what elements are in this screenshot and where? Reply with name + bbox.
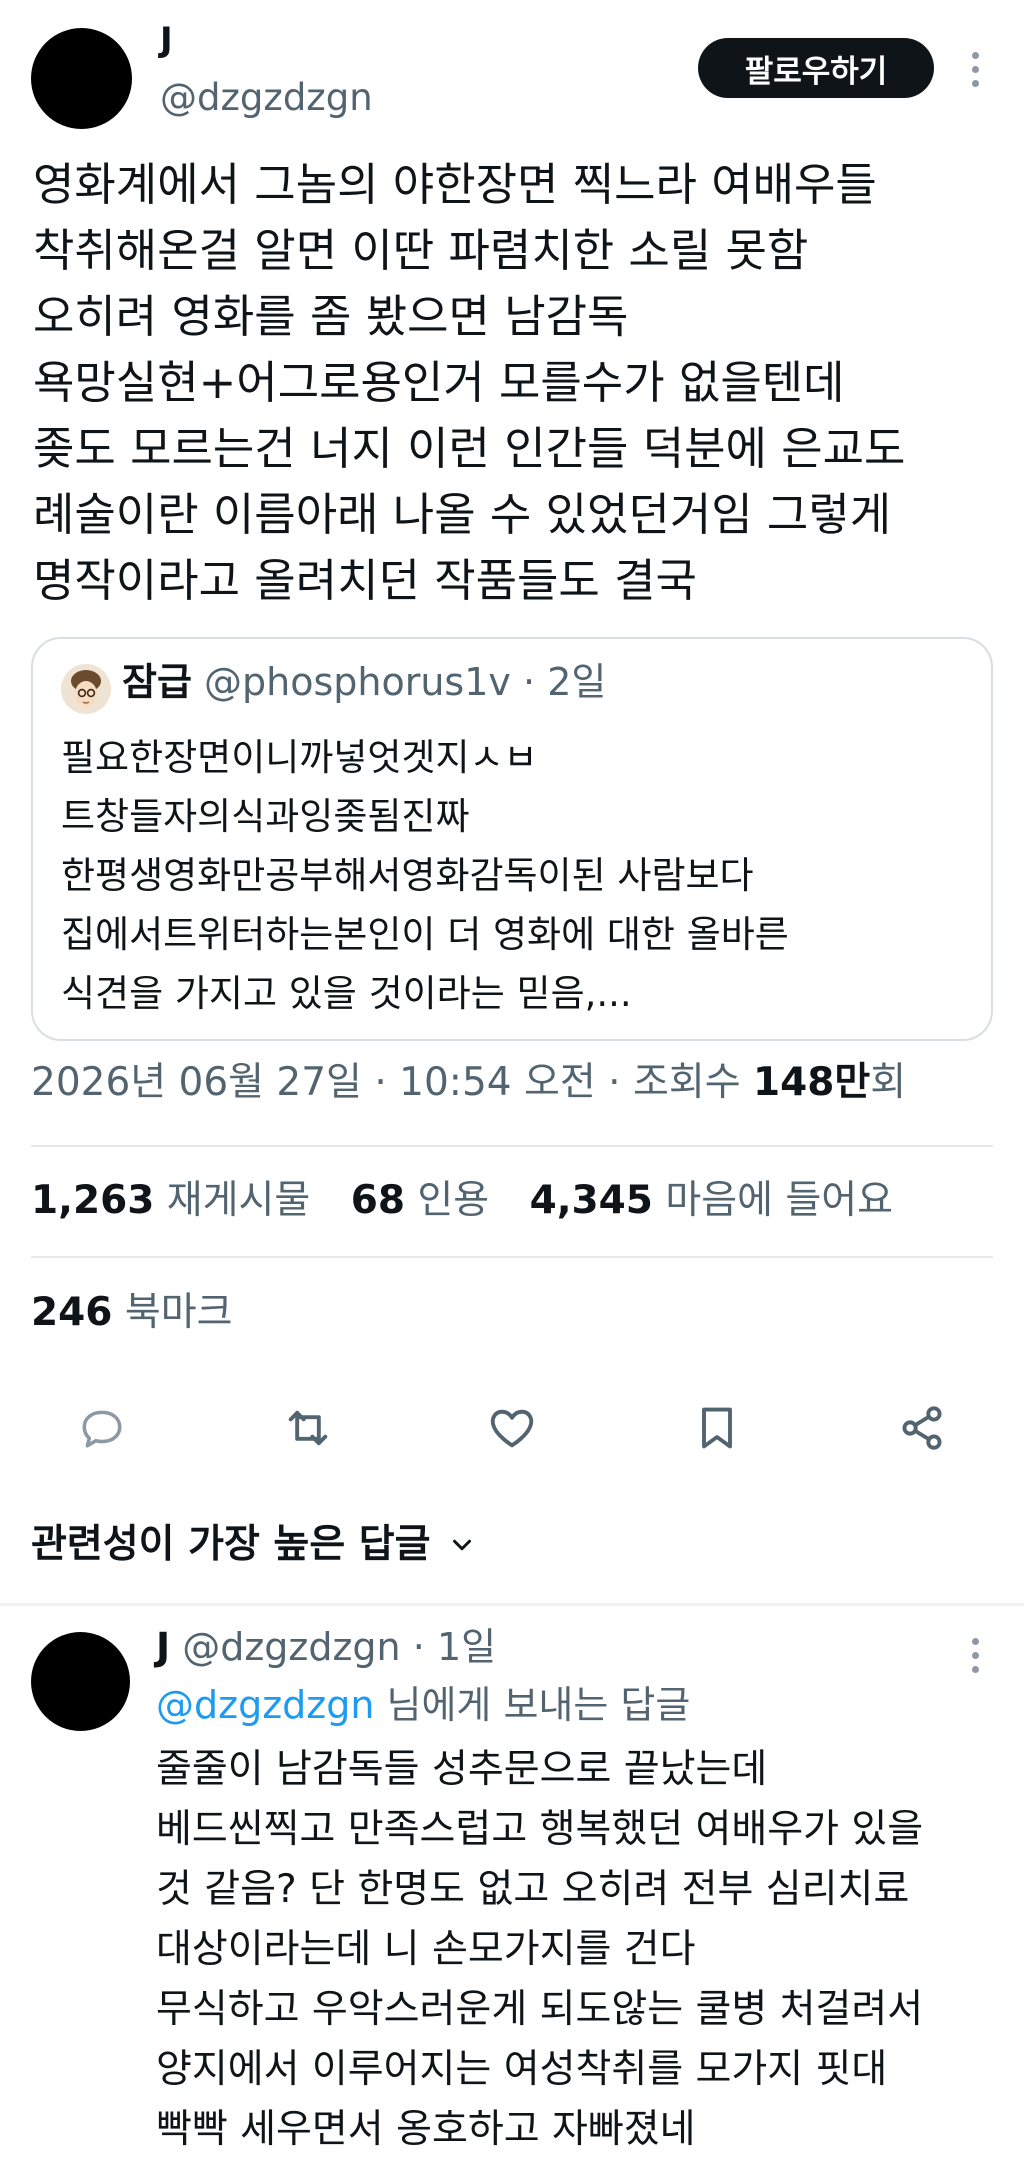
reply-text-line: 빡빡 세우면서 옹호하고 자빠졌네 [156,2107,696,2152]
reply-text: 줄줄이 남감독들 성추문으로 끝났는데 베드씬찍고 만족스럽고 행복했던 여배우… [156,1740,923,2160]
reply-icon [82,1410,122,1448]
tweet-text-line: 례술이란 이름아래 나올 수 있었던거임 그렇게 [33,488,892,541]
quotes-stat[interactable]: 68 인용 [351,1178,489,1223]
tweet-text-line: 욕망실현+어그로용인거 모를수가 없을텐데 [33,356,845,409]
meta-separator: · [374,1060,387,1105]
quotes-label: 인용 [417,1178,490,1223]
tweet-text-line: 오히려 영화를 좀 봤으면 남감독 [33,290,629,343]
engagement-stats: 1,263 재게시물 68 인용 4,345 마음에 들어요 [31,1178,893,1225]
bookmark-icon [702,1407,732,1449]
tweet-text-line: 착취해온걸 알면 이딴 파렴치한 소릴 못함 [33,224,809,277]
reply-author-name[interactable]: J [156,1625,170,1669]
quotes-count: 68 [350,1178,405,1223]
tweet-text-line: 명작이라고 올려치던 작품들도 결국 [33,554,697,607]
reply-text-line: 무식하고 우악스러운게 되도않는 쿨병 처걸려서 [156,1987,924,2032]
quoted-text-line: 식견을 가지고 있을 것이라는 믿음,... [61,972,632,1015]
reply-to-mention[interactable]: @dzgzdzgn [156,1683,374,1727]
likes-stat[interactable]: 4,345 마음에 들어요 [530,1178,893,1223]
repost-icon [288,1410,328,1446]
likes-label: 마음에 들어요 [665,1178,894,1223]
like-button[interactable] [482,1398,542,1458]
reply-header: J @dzgzdzgn · 1일 [156,1625,496,1671]
quoted-text-line: 필요한장면이니까넣엇겟지ㅅㅂ [61,736,538,779]
quoted-tweet-header: 잠급 @phosphorus1v · 2일 [122,660,606,706]
tweet-meta: 2026년 06월 27일 · 10:54 오전 · 조회수 148만회 [31,1060,906,1107]
tweet-time[interactable]: 10:54 오전 [399,1060,596,1105]
share-button[interactable] [892,1398,952,1458]
tweet-date[interactable]: 2026년 06월 27일 [31,1060,362,1105]
quoted-tweet-text: 필요한장면이니까넣엇겟지ㅅㅂ 트창들자의식과잉좆됨진짜 한평생영화만공부해서영화… [61,728,789,1023]
reply-time: 1일 [436,1625,497,1669]
chevron-down-icon [452,1540,471,1551]
follow-button[interactable]: 팔로우하기 [698,38,934,98]
likes-count: 4,345 [529,1178,653,1223]
tweet-text: 영화계에서 그놈의 야한장면 찍느라 여배우들 착취해온걸 알면 이딴 파렴치한… [33,152,905,614]
reposts-count: 1,263 [31,1178,155,1223]
reply-more-options-icon[interactable] [970,1638,980,1673]
bookmarks-count: 246 [31,1290,113,1335]
reply-to-line: @dzgzdzgn 님에게 보내는 답글 [156,1683,690,1729]
reply-text-line: 양지에서 이루어지는 여성착취를 모가지 핏대 [156,2047,888,2092]
meta-separator: · [608,1060,621,1105]
quoted-text-line: 트창들자의식과잉좆됨진짜 [61,795,470,838]
section-divider [0,1603,1024,1606]
reposts-label: 재게시물 [166,1178,311,1223]
quoted-author-avatar [61,664,111,714]
reply-separator: · [412,1625,425,1669]
reply-author-handle[interactable]: @dzgzdzgn [182,1625,400,1669]
reply-text-line: 것 같음? 단 한명도 없고 오히려 전부 심리치료 [156,1867,910,1912]
tweet-text-line: 좆도 모르는건 너지 이런 인간들 덕분에 은교도 [33,422,906,475]
share-icon [902,1406,942,1450]
quoted-text-line: 한평생영화만공부해서영화감독이된 사람보다 [61,854,754,897]
views-label: 조회수 [632,1060,741,1105]
replies-sort-label: 관련성이 가장 높은 답글 [31,1522,431,1567]
quoted-author-handle[interactable]: @phosphorus1v [204,660,511,704]
bookmark-button[interactable] [687,1398,747,1458]
quoted-author-name[interactable]: 잠급 [122,660,192,704]
quoted-text-line: 집에서트위터하는본인이 더 영화에 대한 올바른 [61,913,789,956]
quoted-time: 2일 [547,660,607,704]
reposts-stat[interactable]: 1,263 재게시물 [31,1178,310,1223]
divider [31,1256,993,1258]
views-count: 148만 [753,1060,871,1105]
reply-button[interactable] [72,1398,132,1458]
reply-text-line: 줄줄이 남감독들 성추문으로 끝났는데 [156,1747,768,1792]
author-handle[interactable]: @dzgzdzgn [160,77,373,119]
more-options-icon[interactable] [970,52,980,87]
reply-text-line: 베드씬찍고 만족스럽고 행복했던 여배우가 있을 [156,1807,924,1852]
repost-button[interactable] [278,1398,338,1458]
reply-to-suffix: 님에게 보내는 답글 [386,1683,691,1727]
replies-sort-dropdown[interactable]: 관련성이 가장 높은 답글 [31,1522,477,1569]
reply-author-avatar[interactable] [31,1632,130,1731]
reply-text-line: 대상이라는데 니 손모가지를 건다 [156,1927,696,1972]
bookmarks-label: 북마크 [124,1290,233,1335]
tweet-text-line: 영화계에서 그놈의 야한장면 찍느라 여배우들 [33,158,877,211]
bookmarks-stat[interactable]: 246 북마크 [31,1290,232,1337]
author-avatar[interactable] [31,28,132,129]
divider [31,1145,993,1147]
heart-icon [490,1409,534,1448]
quoted-separator: · [523,660,536,704]
views-suffix: 회 [870,1060,907,1105]
author-name[interactable]: J [160,21,173,59]
